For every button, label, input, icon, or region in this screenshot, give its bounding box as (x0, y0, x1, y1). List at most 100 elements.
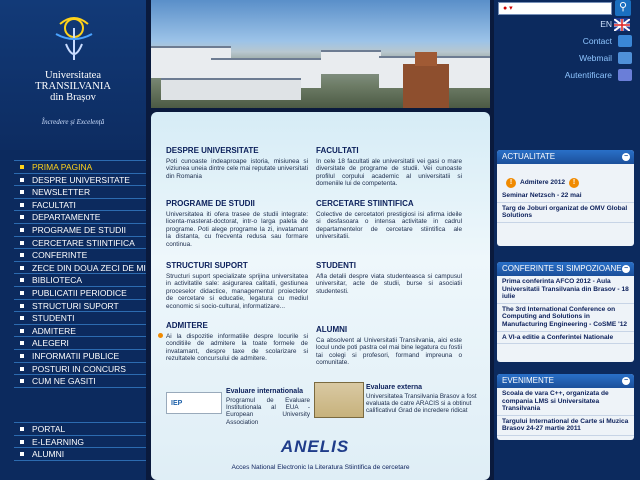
conference-item[interactable]: Prima conferinta AFCO 2012 - Aula Univer… (497, 276, 634, 304)
nav-item-prima-pagina[interactable]: PRIMA PAGINA (14, 161, 146, 174)
nav-item-despre[interactable]: DESPRE UNIVERSITATE (14, 174, 146, 187)
event-item[interactable]: Scoala de vara C++, organizata de compan… (497, 388, 634, 416)
warning-icon: ! (569, 178, 580, 188)
news-item[interactable]: Seminar Netzsch - 22 mai (497, 190, 634, 203)
bullet-icon (20, 379, 24, 384)
bullet-icon (20, 253, 24, 258)
nav-item-zece[interactable]: ZECE DIN DOUA ZECI DE MI (14, 262, 146, 275)
aracis-certificate-image[interactable] (314, 382, 364, 418)
nav-item-departamente[interactable]: DEPARTAMENTE (14, 211, 146, 224)
section-facultati[interactable]: FACULTATI In cele 18 facultati ale unive… (316, 147, 462, 188)
nav-label: ALEGERI (32, 338, 69, 349)
nav-label: PORTAL (32, 424, 66, 434)
section-text: Colective de cercetatori prestigiosi isi… (316, 210, 462, 241)
section-studenti[interactable]: STUDENTI Afla detalii despre viata stude… (316, 262, 462, 295)
nav-label: DESPRE UNIVERSITATE (32, 174, 130, 185)
logo-area[interactable]: Universitatea TRANSILVANIA din Brașov În… (0, 0, 146, 150)
section-alumni[interactable]: ALUMNI Ca absolvent al Universitatii Tra… (316, 326, 462, 367)
lang-en-link[interactable]: EN (600, 19, 612, 29)
nav-label: BIBLIOTECA (32, 275, 83, 286)
nav-item-portal[interactable]: PORTAL (14, 423, 146, 436)
panel-title: EVENIMENTE (502, 376, 555, 385)
collapse-icon[interactable]: − (622, 377, 630, 385)
section-programe[interactable]: PROGRAME DE STUDII Universitatea iti ofe… (166, 200, 308, 249)
section-text: Ai la dispozitie informatiile despre loc… (166, 332, 308, 363)
collapse-icon[interactable]: − (622, 265, 630, 273)
bullet-icon (20, 427, 24, 431)
nav-item-cercetare[interactable]: CERCETARE STIINTIFICA (14, 237, 146, 250)
nav-item-studenti[interactable]: STUDENTI (14, 312, 146, 325)
nav-item-newsletter[interactable]: NEWSLETTER (14, 186, 146, 199)
section-title[interactable]: STUDENTI (316, 262, 462, 270)
key-icon[interactable] (618, 69, 632, 81)
section-title[interactable]: FACULTATI (316, 147, 462, 155)
authentication-link[interactable]: Autentificare (565, 70, 612, 80)
bullet-icon (20, 165, 24, 169)
section-title[interactable]: PROGRAME DE STUDII (166, 200, 308, 208)
logo-line2: TRANSILVANIA (35, 81, 111, 92)
anelis-logo[interactable]: ANELIS (274, 434, 356, 460)
event-item[interactable]: Targului International de Carte si Muzic… (497, 416, 634, 436)
anelis-caption[interactable]: Acces National Electronic la Literatura … (151, 464, 490, 471)
bullet-icon (20, 215, 24, 220)
nav-item-programe[interactable]: PROGRAME DE STUDII (14, 224, 146, 237)
nav-item-structuri[interactable]: STRUCTURI SUPORT (14, 300, 146, 313)
search-input[interactable]: ● ▾ (498, 2, 612, 15)
webmail-icon[interactable] (618, 52, 632, 64)
contact-link[interactable]: Contact (583, 36, 612, 46)
nav-label: CUM NE GASITI (32, 376, 96, 387)
nav-label: ZECE DIN DOUA ZECI DE MI (32, 262, 146, 273)
section-title[interactable]: STRUCTURI SUPORT (166, 262, 308, 270)
section-structuri[interactable]: STRUCTURI SUPORT Structuri suport specia… (166, 262, 308, 311)
iep-logo[interactable]: IEP (166, 392, 222, 414)
logo-line1: Universitatea (45, 70, 101, 81)
section-title[interactable]: ALUMNI (316, 326, 462, 334)
section-title[interactable]: DESPRE UNIVERSITATE (166, 147, 308, 155)
section-title[interactable]: CERCETARE STIINTIFICA (316, 200, 462, 208)
nav-item-posturi[interactable]: POSTURI IN CONCURS (14, 363, 146, 376)
section-cercetare[interactable]: CERCETARE STIINTIFICA Colective de cerce… (316, 200, 462, 241)
section-text: Afla detalii despre viata studenteasca s… (316, 272, 462, 295)
section-text: Structuri suport specializate sprijina u… (166, 272, 308, 310)
nav-item-admitere[interactable]: ADMITERE (14, 325, 146, 338)
collapse-icon[interactable]: − (622, 153, 630, 161)
nav-item-facultati[interactable]: FACULTATI (14, 199, 146, 212)
nav-item-conferinte[interactable]: CONFERINTE (14, 249, 146, 262)
nav-item-informatii[interactable]: INFORMATII PUBLICE (14, 350, 146, 363)
section-text: Universitatea iti ofera trasee de studii… (166, 210, 308, 248)
eval-ext-title[interactable]: Evaluare externa (366, 384, 422, 391)
panel-conferinte: CONFERINTE SI SIMPOZIOANE − Prima conferi… (497, 262, 634, 362)
webmail-link[interactable]: Webmail (579, 53, 612, 63)
panel-header: EVENIMENTE − (497, 374, 634, 388)
bullet-icon (20, 227, 24, 232)
mail-icon[interactable] (618, 35, 632, 47)
conference-item[interactable]: The 3rd International Conference on Comp… (497, 304, 634, 332)
panel-evenimente: EVENIMENTE − Scoala de vara C++, organiza… (497, 374, 634, 440)
nav-label: ALUMNI (32, 449, 65, 460)
logo-line3: din Brașov (50, 92, 96, 103)
uk-flag-icon[interactable] (613, 18, 631, 32)
nav-item-elearning[interactable]: E-LEARNING (14, 436, 146, 449)
bullet-icon (20, 316, 24, 321)
section-despre[interactable]: DESPRE UNIVERSITATE Poti cunoaste indeap… (166, 147, 308, 180)
nav-item-publicatii[interactable]: PUBLICATII PERIODICE (14, 287, 146, 300)
bullet-icon (20, 202, 24, 207)
university-crest-logo (55, 17, 93, 60)
language-flag-icon: ● ▾ (503, 5, 513, 12)
eval-intl-title[interactable]: Evaluare internationala (226, 388, 303, 395)
nav-item-alumni[interactable]: ALUMNI (14, 448, 146, 461)
panel-title: CONFERINTE SI SIMPOZIOANE (502, 264, 622, 273)
news-item[interactable]: Targ de Joburi organizat de OMV Global S… (497, 203, 634, 223)
section-title[interactable]: ADMITERE (166, 322, 308, 330)
conference-item[interactable]: A VI-a editie a Conferintei Nationale (497, 332, 634, 345)
nav-item-cum-ne-gasiti[interactable]: CUM NE GASITI (14, 375, 146, 388)
section-admitere[interactable]: ADMITERE Ai la dispozitie informatiile d… (156, 322, 308, 363)
bullet-icon (20, 177, 24, 182)
nav-item-alegeri[interactable]: ALEGERI (14, 337, 146, 350)
featured-news[interactable]: ! Admitere 2012! (497, 164, 634, 190)
nav-item-biblioteca[interactable]: BIBLIOTECA (14, 274, 146, 287)
nav-label: PUBLICATII PERIODICE (32, 287, 127, 298)
bullet-icon (20, 328, 24, 333)
main-nav: PRIMA PAGINA DESPRE UNIVERSITATE NEWSLET… (14, 160, 146, 388)
search-button[interactable]: ⚲ (615, 0, 631, 16)
